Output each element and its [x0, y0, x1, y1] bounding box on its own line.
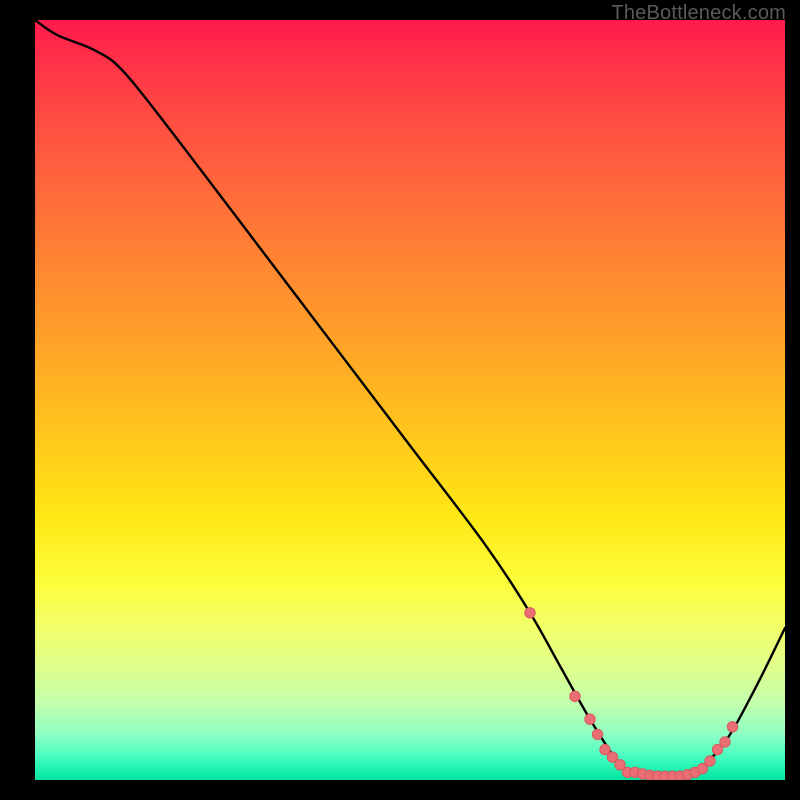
- chart-frame: TheBottleneck.com: [0, 0, 800, 800]
- curve-svg: [35, 20, 785, 780]
- marker-point: [585, 714, 595, 724]
- marker-point: [570, 691, 580, 701]
- marker-group: [525, 608, 738, 780]
- marker-point: [592, 729, 602, 739]
- bottleneck-curve-path: [35, 20, 785, 776]
- plot-area: [35, 20, 785, 780]
- marker-point: [525, 608, 535, 618]
- marker-point: [727, 722, 737, 732]
- marker-point: [705, 756, 715, 766]
- marker-point: [720, 737, 730, 747]
